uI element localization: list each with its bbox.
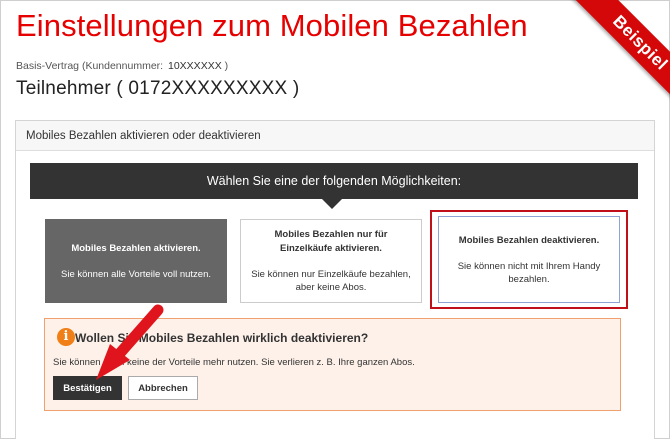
- contract-number: 10XXXXXX: [168, 60, 222, 72]
- option-activate[interactable]: Mobiles Bezahlen aktivieren. Sie können …: [45, 219, 227, 303]
- option-title: Mobiles Bezahlen aktivieren.: [71, 242, 201, 254]
- choice-prompt-pointer: [322, 199, 342, 209]
- option-desc: Sie können nur Einzelkäufe bezahlen, abe…: [251, 269, 411, 293]
- option-deactivate[interactable]: Mobiles Bezahlen deaktivieren. Sie könne…: [438, 216, 620, 303]
- option-desc: Sie können nicht mit Ihrem Handy bezahle…: [457, 260, 601, 285]
- info-warning-icon: i: [57, 328, 75, 346]
- option-title: Mobiles Bezahlen nur für Einzelkäufe akt…: [274, 229, 388, 254]
- option-single-purchases[interactable]: Mobiles Bezahlen nur für Einzelkäufe akt…: [240, 219, 422, 303]
- panel-header: Mobiles Bezahlen aktivieren oder deaktiv…: [16, 121, 654, 151]
- example-ribbon-label: Beispiel: [572, 0, 670, 110]
- red-arrow-icon: [96, 304, 164, 380]
- option-title: Mobiles Bezahlen deaktivieren.: [458, 234, 600, 246]
- example-ribbon: Beispiel: [560, 0, 670, 110]
- contract-close: ): [224, 60, 229, 72]
- participant-number: Teilnehmer ( 0172XXXXXXXXX ): [16, 78, 300, 99]
- contract-info: Basis-Vertrag (Kundennummer: 10XXXXXX ): [16, 60, 228, 72]
- choice-prompt: Wählen Sie eine der folgenden Möglichkei…: [30, 163, 638, 199]
- option-desc: Sie können alle Vorteile voll nutzen.: [61, 268, 211, 280]
- contract-label: Basis-Vertrag (Kundennummer:: [16, 60, 164, 72]
- page-title: Einstellungen zum Mobilen Bezahlen: [16, 8, 528, 43]
